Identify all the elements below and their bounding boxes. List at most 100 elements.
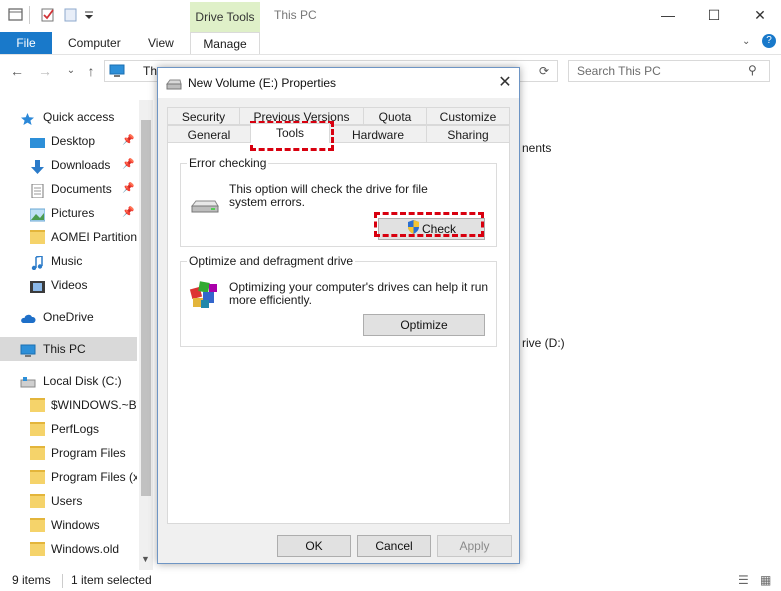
selection-count: 1 item selected: [71, 573, 152, 587]
help-icon[interactable]: ?: [762, 34, 776, 48]
sidebar-item-music[interactable]: Music: [0, 249, 137, 273]
download-arrow-icon: [30, 158, 45, 174]
cancel-button[interactable]: Cancel: [357, 535, 431, 557]
scroll-down-icon[interactable]: ▼: [141, 554, 150, 564]
devices-heading-fragment: nents: [522, 141, 552, 155]
properties-dialog: New Volume (E:) Properties ✕ Security Pr…: [157, 67, 520, 564]
tab-quota[interactable]: Quota: [363, 107, 427, 125]
drive-icon: [166, 78, 182, 93]
videos-icon: [30, 278, 45, 293]
drive-tools-context-label: Drive Tools: [190, 2, 260, 32]
ok-button[interactable]: OK: [277, 535, 351, 557]
sidebar-item-windows-old[interactable]: Windows.old: [0, 537, 137, 561]
status-divider: [62, 574, 63, 588]
search-icon: ⚲: [748, 63, 757, 77]
tools-tab-panel: Error checking This option will check th…: [167, 142, 510, 524]
folder-icon[interactable]: [8, 7, 24, 23]
sidebar-item-videos[interactable]: Videos: [0, 273, 137, 297]
drive-d-label-fragment[interactable]: rive (D:): [522, 336, 565, 350]
minimize-button[interactable]: —: [645, 0, 691, 30]
qat-divider: [29, 6, 30, 24]
optimize-title: Optimize and defragment drive: [187, 254, 356, 268]
folder-icon: [30, 470, 45, 484]
check-button-highlight: [374, 212, 484, 237]
close-button[interactable]: ✕: [737, 0, 781, 30]
sidebar-item-aomei-partition[interactable]: AOMEI Partition: [0, 225, 137, 249]
sidebar-item-downloads[interactable]: Downloads 📌: [0, 153, 137, 177]
file-tab[interactable]: File: [0, 32, 52, 54]
status-bar: 9 items 1 item selected ☰ ▦: [0, 572, 781, 591]
error-checking-text-line2: system errors.: [229, 195, 306, 209]
new-folder-icon[interactable]: [63, 7, 79, 23]
pin-icon[interactable]: 📌: [122, 129, 134, 153]
forward-arrow-icon[interactable]: →: [36, 62, 54, 80]
folder-icon: [30, 398, 45, 412]
tab-general[interactable]: General: [167, 125, 251, 143]
sidebar-item-program-files[interactable]: Program Files: [0, 441, 137, 465]
pictures-icon: [29, 206, 46, 222]
navigation-pane: Quick access Desktop 📌 Downloads 📌 Docum…: [0, 100, 137, 570]
dialog-title: New Volume (E:) Properties: [188, 76, 337, 90]
pin-icon[interactable]: 📌: [122, 177, 134, 201]
customize-qat-icon[interactable]: [82, 7, 98, 23]
folder-icon: [30, 494, 45, 508]
computer-icon: [109, 64, 125, 77]
properties-icon[interactable]: [40, 7, 56, 23]
folder-icon: [30, 422, 45, 436]
optimize-text-line1: Optimizing your computer's drives can he…: [229, 280, 489, 294]
sidebar-item-desktop[interactable]: Desktop 📌: [0, 129, 137, 153]
maximize-button[interactable]: ☐: [691, 0, 737, 30]
optimize-group: Optimize and defragment drive Optimizing…: [180, 254, 497, 347]
tab-customize[interactable]: Customize: [426, 107, 510, 125]
ribbon-expand-icon[interactable]: ⌄: [742, 36, 750, 47]
sidebar-item-documents[interactable]: Documents 📌: [0, 177, 137, 201]
dialog-close-icon[interactable]: ✕: [492, 70, 518, 96]
music-icon: [30, 254, 45, 271]
star-icon: [20, 110, 35, 125]
search-input[interactable]: Search This PC: [568, 60, 770, 82]
sidebar-item-windows[interactable]: Windows: [0, 513, 137, 537]
sidebar-item-this-pc[interactable]: This PC: [0, 337, 137, 361]
sidebar-item-pictures[interactable]: Pictures 📌: [0, 201, 137, 225]
window-title: This PC: [274, 8, 317, 22]
optimize-text-line2: more efficiently.: [229, 293, 312, 307]
tab-sharing[interactable]: Sharing: [426, 125, 510, 143]
folder-icon: [30, 518, 45, 532]
up-arrow-icon[interactable]: ↑: [82, 62, 100, 80]
sidebar-item-windows-bt[interactable]: $WINDOWS.~BT: [0, 393, 137, 417]
sidebar-item-quick-access[interactable]: Quick access: [0, 105, 137, 129]
tab-tools[interactable]: Tools: [250, 123, 330, 143]
folder-icon: [30, 542, 45, 556]
drive-icon: [20, 374, 36, 388]
computer-icon: [20, 342, 36, 357]
desktop-icon: [30, 134, 45, 148]
error-checking-title: Error checking: [187, 156, 269, 170]
sidebar-item-local-disk-c[interactable]: Local Disk (C:): [0, 369, 137, 393]
cloud-icon: [20, 310, 36, 324]
defragment-icon: [189, 278, 221, 313]
item-count: 9 items: [12, 573, 51, 587]
title-bar: Drive Tools This PC — ☐ ✕: [0, 0, 781, 32]
apply-button[interactable]: Apply: [437, 535, 512, 557]
sidebar-item-perflogs[interactable]: PerfLogs: [0, 417, 137, 441]
recent-locations-icon[interactable]: ⌄: [62, 62, 80, 80]
tab-security[interactable]: Security: [167, 107, 240, 125]
refresh-icon[interactable]: ⟳: [539, 64, 549, 78]
sidebar-item-onedrive[interactable]: OneDrive: [0, 305, 137, 329]
tab-hardware[interactable]: Hardware: [329, 125, 427, 143]
address-path: Th: [143, 64, 158, 78]
tab-computer[interactable]: Computer: [68, 32, 121, 54]
large-icons-view-icon[interactable]: ▦: [760, 573, 771, 587]
error-checking-text-line1: This option will check the drive for fil…: [229, 182, 428, 196]
pin-icon[interactable]: 📌: [122, 153, 134, 177]
pin-icon[interactable]: 📌: [122, 201, 134, 225]
details-view-icon[interactable]: ☰: [738, 573, 749, 587]
sidebar-item-users[interactable]: Users: [0, 489, 137, 513]
folder-icon: [30, 446, 45, 460]
sidebar-item-program-files-x86[interactable]: Program Files (x: [0, 465, 137, 489]
tab-view[interactable]: View: [148, 32, 174, 54]
tab-manage[interactable]: Manage: [190, 32, 260, 54]
back-arrow-icon[interactable]: ←: [8, 62, 26, 80]
optimize-button[interactable]: Optimize: [363, 314, 485, 336]
scrollbar-thumb[interactable]: [141, 120, 151, 496]
